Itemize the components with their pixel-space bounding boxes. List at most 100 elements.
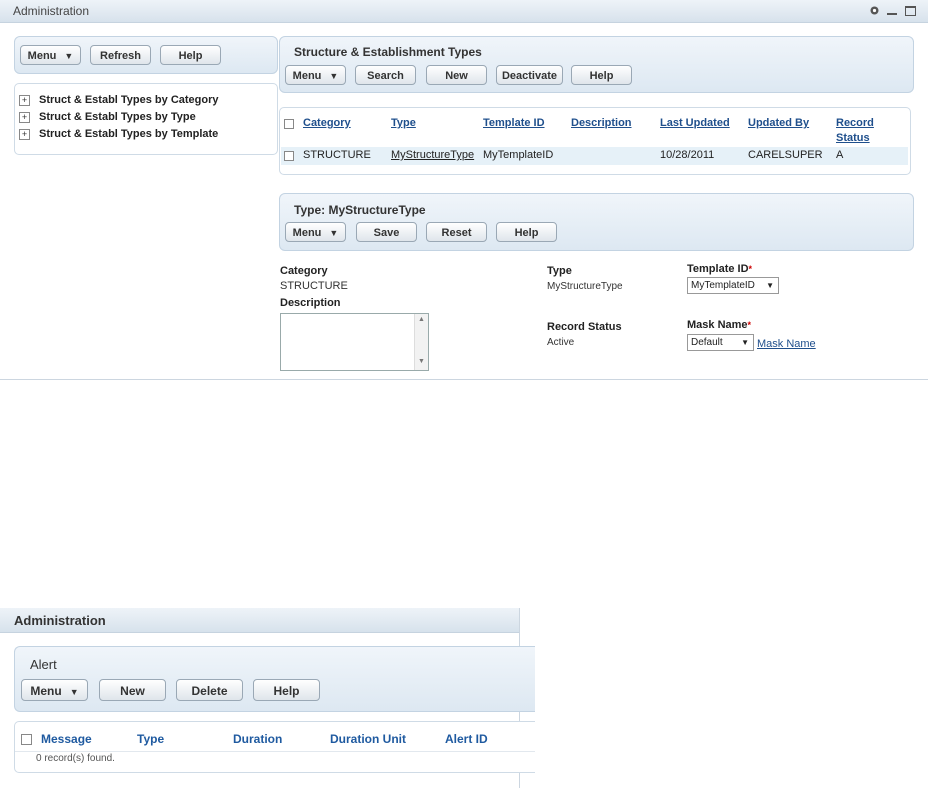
alert-panel: Alert Menu ▼ New Delete Help	[14, 646, 535, 712]
help-button[interactable]: Help	[571, 65, 632, 85]
maximize-icon[interactable]	[905, 6, 916, 16]
category-value: STRUCTURE	[280, 280, 348, 292]
record-status-value: Active	[547, 337, 575, 348]
column-header-duration[interactable]: Duration	[233, 732, 282, 746]
scroll-down-icon[interactable]: ▼	[418, 358, 425, 365]
template-id-label-text: Template ID	[687, 263, 749, 275]
column-header-message[interactable]: Message	[41, 732, 92, 746]
menu-caret-icon: ▼	[329, 71, 339, 81]
category-tree: + Struct & Establ Types by Category + Stru…	[14, 83, 278, 155]
window-title: Administration	[14, 613, 106, 628]
select-all-checkbox[interactable]	[21, 734, 32, 745]
template-id-select[interactable]: MyTemplateID ▼	[687, 277, 779, 294]
column-header-alert-id[interactable]: Alert ID	[445, 732, 488, 746]
column-header-category[interactable]: Category	[303, 117, 351, 129]
minimize-icon[interactable]	[887, 13, 897, 15]
expand-icon[interactable]: +	[19, 94, 30, 106]
menu-caret-icon: ▼	[64, 51, 74, 61]
menu-caret-icon: ▼	[69, 687, 79, 697]
new-button[interactable]: New	[99, 679, 166, 701]
required-mark: *	[747, 320, 752, 330]
menu-button-label: Menu	[292, 70, 322, 82]
description-label: Description	[280, 297, 341, 309]
types-table: Category Type Template ID Description La…	[279, 107, 911, 175]
scroll-up-icon[interactable]: ▲	[418, 316, 425, 323]
column-header-type[interactable]: Type	[137, 732, 164, 746]
table-row[interactable]: STRUCTURE MyStructureType MyTemplateID 1…	[281, 147, 908, 165]
reset-button[interactable]: Reset	[426, 222, 487, 242]
cell-category: STRUCTURE	[303, 149, 371, 161]
tree-item-label: Struct & Establ Types by Template	[39, 128, 219, 140]
record-status-label: Record Status	[547, 321, 622, 333]
left-toolbar: Menu ▼ Refresh Help	[14, 36, 278, 74]
column-header-record[interactable]: Record	[836, 117, 874, 129]
menu-button[interactable]: Menu ▼	[285, 222, 346, 242]
column-header-status[interactable]: Status	[836, 132, 870, 144]
type-label: Type	[547, 265, 572, 277]
mask-name-label-text: Mask Name	[687, 319, 748, 331]
menu-button[interactable]: Menu ▼	[21, 679, 88, 701]
menu-button-label: Menu	[292, 227, 322, 239]
cell-template-id: MyTemplateID	[483, 149, 554, 161]
select-all-checkbox[interactable]	[284, 119, 294, 129]
window-titlebar: Administration	[0, 0, 928, 23]
table-divider	[15, 751, 535, 752]
column-header-type[interactable]: Type	[391, 117, 416, 129]
panel-title: Structure & Establishment Types	[294, 45, 482, 59]
mask-name-link[interactable]: Mask Name	[757, 338, 816, 350]
type-detail-panel: Type: MyStructureType Menu ▼ Save Reset H…	[279, 193, 914, 251]
row-checkbox[interactable]	[284, 151, 294, 161]
help-button[interactable]: Help	[253, 679, 320, 701]
administration-alert-window: Administration Alert Menu ▼ New Delete He…	[0, 608, 535, 788]
menu-button[interactable]: Menu ▼	[20, 45, 81, 65]
administration-window: Administration Menu ▼ Refresh Help + Struc…	[0, 0, 928, 380]
template-id-label: Template ID*	[687, 263, 752, 275]
save-button[interactable]: Save	[356, 222, 417, 242]
window-titlebar: Administration	[0, 608, 519, 633]
panel-title: Alert	[30, 657, 57, 672]
tree-item-label: Struct & Establ Types by Type	[39, 111, 196, 123]
help-button[interactable]: Help	[496, 222, 557, 242]
tree-item-label: Struct & Establ Types by Category	[39, 94, 219, 106]
tree-item-category[interactable]: + Struct & Establ Types by Category	[19, 94, 219, 110]
description-textarea[interactable]: ▲ ▼	[280, 313, 429, 371]
types-list-panel: Structure & Establishment Types Menu ▼ Se…	[279, 36, 914, 93]
tree-item-type[interactable]: + Struct & Establ Types by Type	[19, 111, 196, 127]
column-header-updated-by[interactable]: Updated By	[748, 117, 809, 129]
mask-name-selected: Default	[691, 337, 723, 348]
column-header-duration-unit[interactable]: Duration Unit	[330, 732, 406, 746]
expand-icon[interactable]: +	[19, 128, 30, 140]
cell-last-updated: 10/28/2011	[660, 149, 715, 161]
deactivate-button[interactable]: Deactivate	[496, 65, 563, 85]
refresh-button[interactable]: Refresh	[90, 45, 151, 65]
cell-type-link[interactable]: MyStructureType	[391, 149, 474, 161]
new-button[interactable]: New	[426, 65, 487, 85]
column-header-description[interactable]: Description	[571, 117, 632, 129]
mask-name-label: Mask Name*	[687, 319, 751, 331]
menu-button-label: Menu	[30, 684, 62, 698]
window-title: Administration	[13, 4, 90, 18]
help-button[interactable]: Help	[160, 45, 221, 65]
search-button[interactable]: Search	[355, 65, 416, 85]
textarea-scrollbar[interactable]: ▲ ▼	[414, 314, 428, 370]
menu-button-label: Menu	[27, 50, 57, 62]
type-value: MyStructureType	[547, 281, 623, 292]
dropdown-arrow-icon: ▼	[741, 338, 749, 347]
menu-caret-icon: ▼	[329, 228, 339, 238]
column-header-template-id[interactable]: Template ID	[483, 117, 545, 129]
panel-title: Type: MyStructureType	[294, 203, 426, 217]
tree-item-template[interactable]: + Struct & Establ Types by Template	[19, 128, 218, 144]
delete-button[interactable]: Delete	[176, 679, 243, 701]
required-mark: *	[748, 264, 753, 274]
empty-records-text: 0 record(s) found.	[36, 753, 115, 764]
category-label: Category	[280, 265, 328, 277]
gear-icon[interactable]	[869, 5, 880, 16]
mask-name-select[interactable]: Default ▼	[687, 334, 754, 351]
expand-icon[interactable]: +	[19, 111, 30, 123]
alert-table: Message Type Duration Duration Unit Aler…	[14, 721, 535, 773]
cell-updated-by: CARELSUPER	[748, 149, 823, 161]
cell-record-status: A	[836, 149, 844, 161]
menu-button[interactable]: Menu ▼	[285, 65, 346, 85]
column-header-last-updated[interactable]: Last Updated	[660, 117, 730, 129]
template-id-selected: MyTemplateID	[691, 280, 755, 291]
